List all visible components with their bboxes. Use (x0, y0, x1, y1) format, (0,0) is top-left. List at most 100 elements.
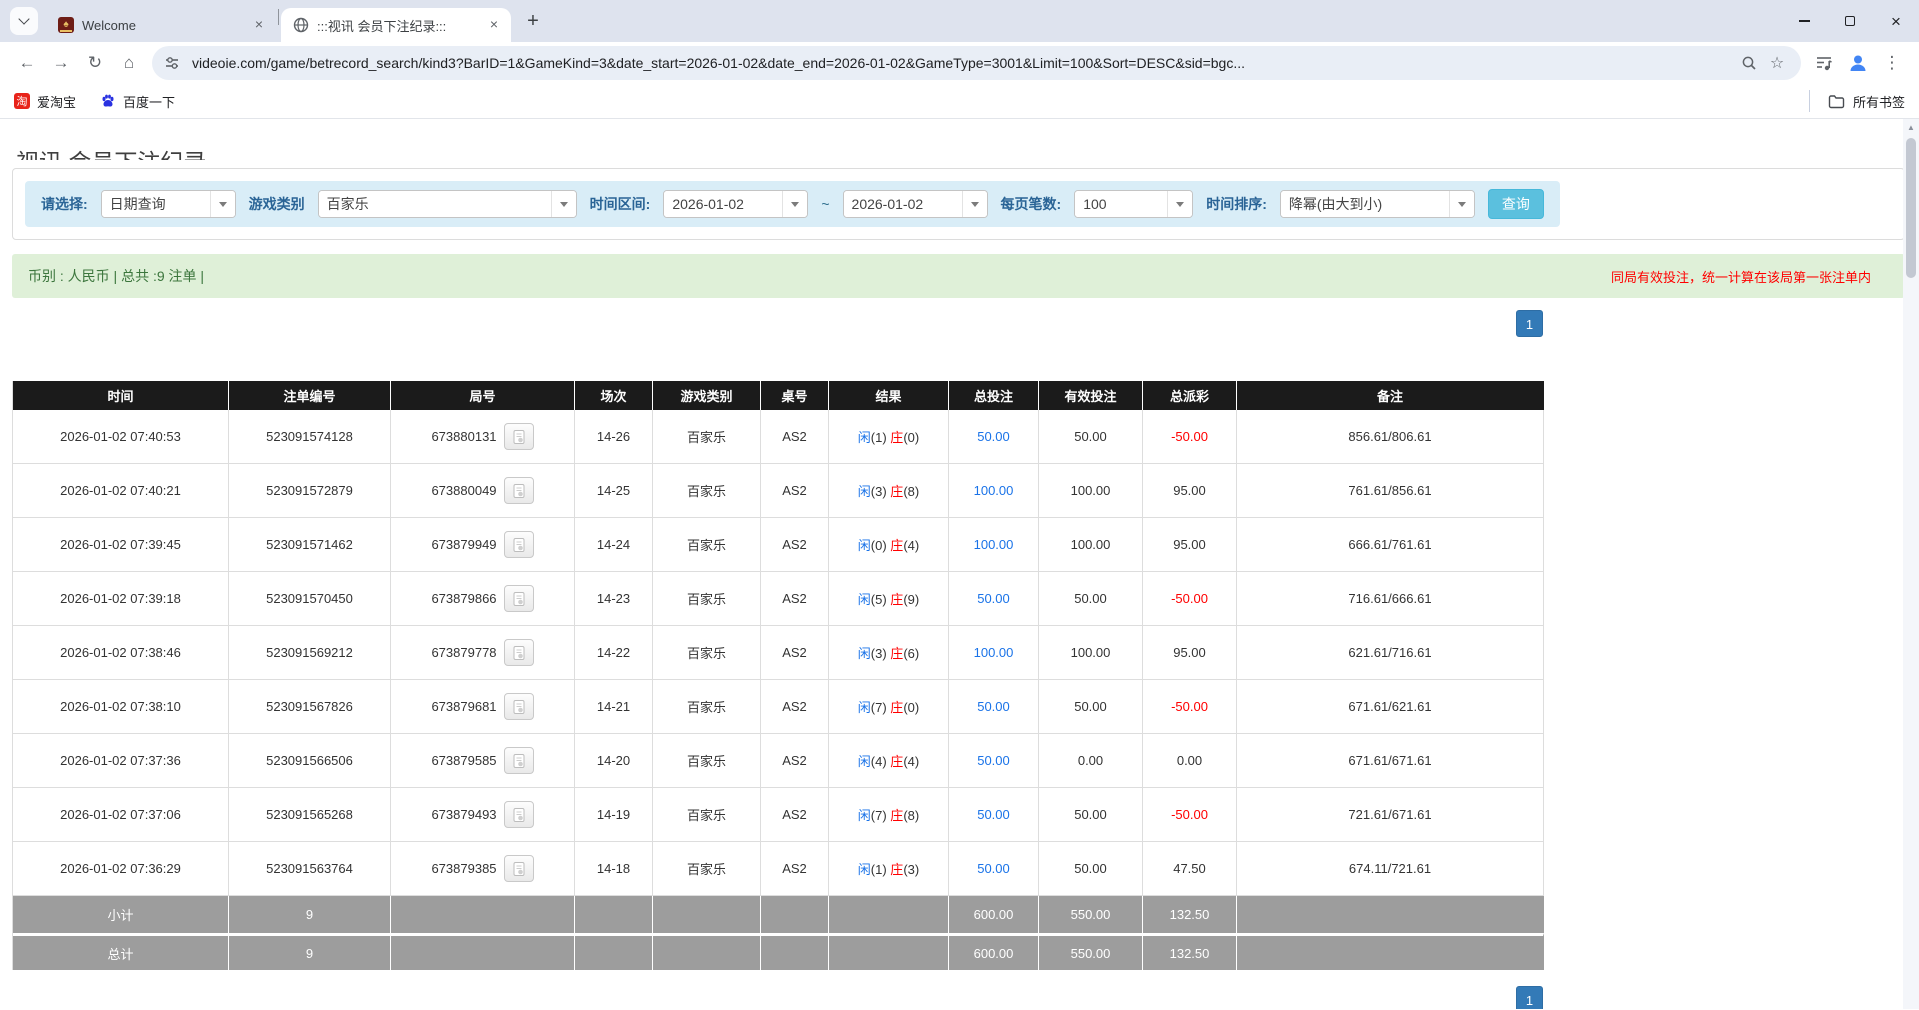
date-start-picker[interactable] (663, 190, 808, 218)
valid-bet-cell: 50.00 (1039, 842, 1143, 896)
date-end-picker[interactable] (843, 190, 988, 218)
column-header: 有效投注 (1039, 381, 1143, 410)
bet-record-row: 2026-01-02 07:39:45523091571462673879949… (13, 518, 1544, 572)
dropdown-arrow-icon[interactable] (1449, 191, 1474, 217)
payout-cell: 95.00 (1143, 626, 1237, 680)
scrollbar-thumb[interactable] (1906, 138, 1916, 278)
vertical-scrollbar[interactable]: ▲ (1903, 119, 1919, 1009)
close-tab-icon[interactable]: × (250, 16, 268, 34)
site-settings-icon[interactable] (158, 49, 186, 77)
column-header: 结果 (829, 381, 949, 410)
minimize-button[interactable] (1781, 0, 1827, 42)
banker-label: 庄 (890, 430, 903, 445)
total-bet-link[interactable]: 50.00 (977, 591, 1010, 606)
round-id: 673879681 (431, 699, 496, 714)
footer-cell: 132.50 (1143, 896, 1237, 933)
browser-toolbar: ← → ↻ ⌂ videoie.com/game/betrecord_searc… (0, 42, 1919, 84)
valid-bet-cell: 100.00 (1039, 518, 1143, 572)
dropdown-arrow-icon[interactable] (1167, 191, 1192, 217)
tab-welcome[interactable]: ♠ Welcome × (46, 8, 276, 42)
tab-search-button[interactable] (10, 7, 38, 35)
note-cell: 761.61/856.61 (1237, 464, 1544, 518)
close-tab-icon[interactable]: × (485, 16, 503, 34)
column-header: 总投注 (949, 381, 1039, 410)
scroll-up-icon[interactable]: ▲ (1903, 119, 1919, 136)
currency-summary-text: 币别 : 人民币 | 总共 :9 注单 | (28, 266, 204, 286)
dropdown-arrow-icon[interactable] (210, 191, 235, 217)
sort-combobox[interactable] (1280, 190, 1475, 218)
round-id-cell: 673879385 (391, 842, 575, 896)
menu-kebab-icon[interactable]: ⋮ (1875, 46, 1909, 80)
header-row: 时间注单编号局号场次游戏类别桌号结果总投注有效投注总派彩备注 (13, 381, 1544, 410)
total-bet-link[interactable]: 100.00 (974, 483, 1014, 498)
column-header: 场次 (575, 381, 653, 410)
table-no-cell: AS2 (761, 734, 829, 788)
date-start-input[interactable] (664, 191, 782, 217)
replay-icon[interactable] (504, 855, 534, 882)
all-bookmarks[interactable]: 所有书签 (1809, 90, 1905, 112)
total-bet-link[interactable]: 100.00 (974, 537, 1014, 552)
replay-icon[interactable] (504, 423, 534, 450)
total-bet-link[interactable]: 50.00 (977, 861, 1010, 876)
replay-icon[interactable] (504, 477, 534, 504)
game-kind-label: 游戏类别 (249, 194, 305, 214)
game-kind-cell: 百家乐 (653, 626, 761, 680)
bookmark-label: 爱淘宝 (37, 92, 76, 111)
banker-label: 庄 (890, 754, 903, 769)
total-bet-link[interactable]: 50.00 (977, 753, 1010, 768)
banker-label: 庄 (890, 592, 903, 607)
back-button[interactable]: ← (10, 46, 44, 80)
per-page-combobox[interactable] (1074, 190, 1193, 218)
dropdown-arrow-icon[interactable] (551, 191, 576, 217)
query-type-combobox[interactable] (101, 190, 236, 218)
page-1-button[interactable]: 1 (1516, 986, 1543, 1009)
replay-icon[interactable] (504, 639, 534, 666)
home-button[interactable]: ⌂ (112, 46, 146, 80)
dropdown-arrow-icon[interactable] (782, 191, 807, 217)
tab-bet-record[interactable]: :::视讯 会员下注纪录::: × (281, 8, 511, 42)
dropdown-arrow-icon[interactable] (962, 191, 987, 217)
round-id-cell: 673879949 (391, 518, 575, 572)
bookmark-baidu[interactable]: 百度一下 (100, 92, 175, 111)
replay-icon[interactable] (504, 693, 534, 720)
replay-icon[interactable] (504, 747, 534, 774)
game-kind-combobox[interactable] (318, 190, 577, 218)
note-cell: 716.61/666.61 (1237, 572, 1544, 626)
date-end-input[interactable] (844, 191, 962, 217)
bookmark-taobao[interactable]: 淘 爱淘宝 (14, 92, 76, 111)
page-1-button[interactable]: 1 (1516, 310, 1543, 337)
total-bet-cell: 100.00 (949, 464, 1039, 518)
table-no-cell: AS2 (761, 518, 829, 572)
address-bar[interactable]: videoie.com/game/betrecord_search/kind3?… (152, 46, 1801, 80)
footer-cell (575, 933, 653, 970)
total-bet-link[interactable]: 50.00 (977, 429, 1010, 444)
profile-avatar-icon[interactable] (1841, 46, 1875, 80)
divider (1809, 90, 1810, 112)
replay-icon[interactable] (504, 801, 534, 828)
url-text[interactable]: videoie.com/game/betrecord_search/kind3?… (186, 55, 1735, 71)
close-window-button[interactable]: × (1873, 0, 1919, 42)
sort-input[interactable] (1281, 191, 1449, 217)
reload-button[interactable]: ↻ (78, 46, 112, 80)
replay-icon[interactable] (504, 585, 534, 612)
total-bet-link[interactable]: 50.00 (977, 807, 1010, 822)
media-controls-icon[interactable] (1807, 46, 1841, 80)
total-bet-cell: 50.00 (949, 842, 1039, 896)
result-cell: 闲(0) 庄(4) (829, 518, 949, 572)
maximize-button[interactable] (1827, 0, 1873, 42)
zoom-icon[interactable] (1735, 49, 1763, 77)
bet-id-cell: 523091567826 (229, 680, 391, 734)
query-type-input[interactable] (102, 191, 210, 217)
footer-cell (829, 933, 949, 970)
total-bet-link[interactable]: 100.00 (974, 645, 1014, 660)
search-button[interactable]: 查询 (1488, 189, 1544, 219)
game-kind-cell: 百家乐 (653, 842, 761, 896)
bookmark-star-icon[interactable]: ☆ (1763, 49, 1791, 77)
game-kind-input[interactable] (319, 191, 551, 217)
forward-button[interactable]: → (44, 46, 78, 80)
per-page-input[interactable] (1075, 191, 1167, 217)
total-bet-link[interactable]: 50.00 (977, 699, 1010, 714)
new-tab-button[interactable]: + (519, 7, 547, 35)
replay-icon[interactable] (504, 531, 534, 558)
player-label: 闲 (858, 484, 871, 499)
